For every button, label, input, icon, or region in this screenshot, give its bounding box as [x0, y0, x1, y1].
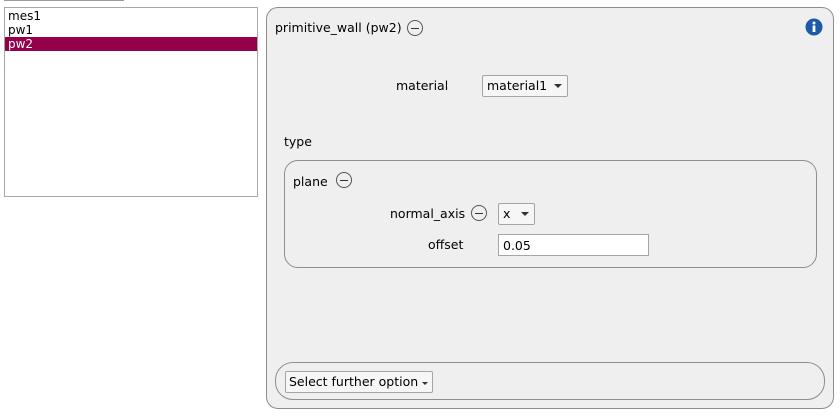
- object-list[interactable]: mes1 pw1 pw2: [4, 7, 258, 197]
- dropdown-arrow-icon: [422, 382, 429, 385]
- normal-axis-select[interactable]: x: [498, 203, 535, 225]
- material-label: material: [396, 78, 449, 93]
- remove-plane-button[interactable]: [336, 172, 352, 188]
- material-value: material1: [487, 78, 548, 93]
- normal-axis-label: normal_axis: [390, 206, 466, 221]
- dropdown-arrow-icon: [521, 212, 529, 216]
- properties-panel: primitive_wall (pw2) material material1 …: [266, 7, 834, 409]
- further-option-label: Select further option: [289, 374, 419, 389]
- material-select[interactable]: material1: [482, 75, 568, 97]
- select-further-option-dropdown[interactable]: Select further option: [285, 371, 434, 393]
- remove-wall-button[interactable]: [407, 20, 423, 36]
- further-options-group: Select further option: [275, 362, 825, 400]
- offset-label: offset: [428, 237, 464, 252]
- list-item-pw2[interactable]: pw2: [5, 37, 257, 51]
- info-icon[interactable]: [805, 18, 823, 36]
- panel-title: primitive_wall (pw2): [275, 20, 402, 35]
- plane-group: plane normal_axis x offset: [284, 160, 817, 268]
- type-label: type: [284, 134, 312, 149]
- plane-title: plane: [293, 174, 328, 189]
- remove-normal-axis-button[interactable]: [471, 205, 487, 221]
- top-tab-indicator: [4, 0, 124, 1]
- normal-axis-value: x: [503, 206, 511, 221]
- offset-input[interactable]: [498, 234, 649, 256]
- list-item-mes1[interactable]: mes1: [5, 9, 257, 23]
- dropdown-arrow-icon: [554, 84, 562, 88]
- list-item-pw1[interactable]: pw1: [5, 23, 257, 37]
